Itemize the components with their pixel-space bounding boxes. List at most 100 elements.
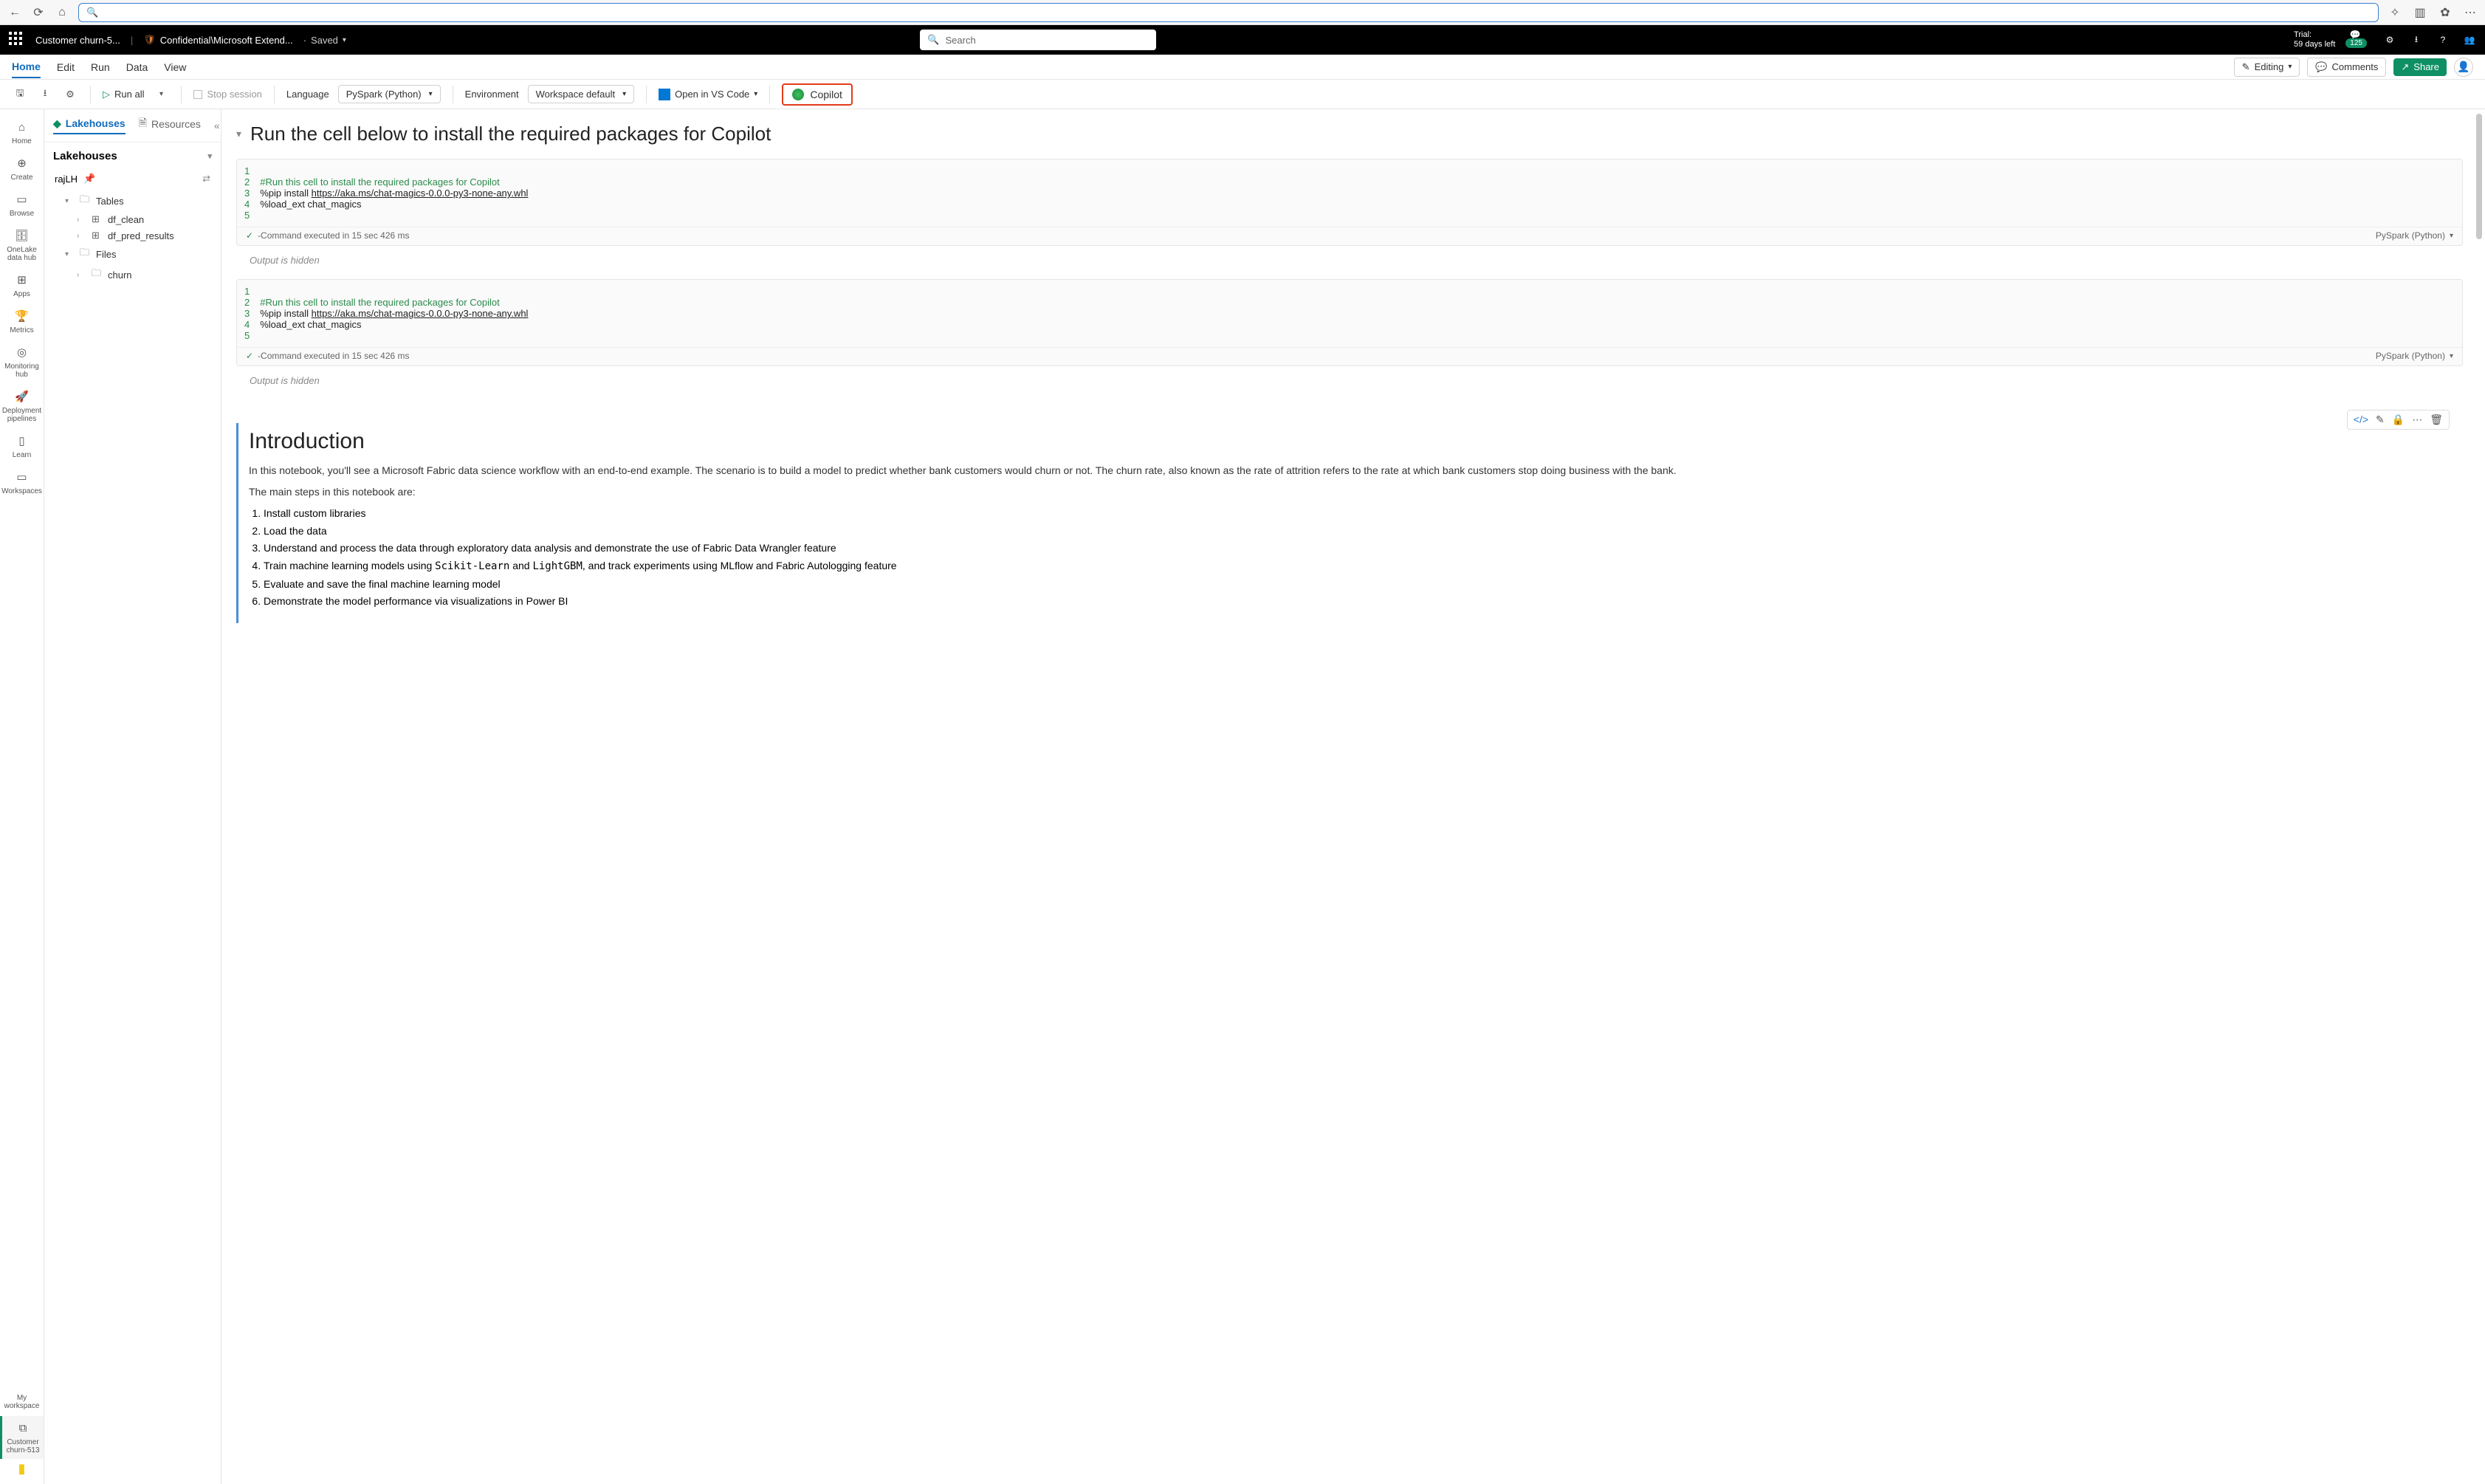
rail-onelake[interactable]: 🗄OneLake data hub <box>0 224 44 267</box>
output-hidden-label[interactable]: Output is hidden <box>236 250 2463 279</box>
rail-deployment[interactable]: 🚀Deployment pipelines <box>0 385 44 427</box>
collapse-panel-icon[interactable]: « <box>214 120 220 131</box>
sidebar-icon[interactable]: ▥ <box>2413 5 2427 20</box>
rail-workspaces[interactable]: ▭Workspaces <box>0 465 44 500</box>
tab-edit[interactable]: Edit <box>57 57 75 78</box>
rail-monitoring[interactable]: ◎Monitoring hub <box>0 340 44 383</box>
explorer-panel: ◆ Lakehouses 🗎 Resources « Lakehouses ▾ … <box>44 109 221 1484</box>
rail-home[interactable]: ⌂Home <box>0 115 44 150</box>
download-icon[interactable]: ⭳ <box>37 86 53 103</box>
people-presence-icon[interactable]: 👤 <box>2454 58 2473 77</box>
tree-file-item[interactable]: › 🗀 churn <box>52 264 221 285</box>
cell-lang-select[interactable]: PySpark (Python)▾ <box>2376 351 2453 361</box>
language-select[interactable]: PySpark (Python) ▾ <box>338 85 441 103</box>
rail-metrics[interactable]: 🏆Metrics <box>0 304 44 339</box>
stop-session-button[interactable]: Stop session <box>193 89 261 100</box>
environment-select[interactable]: Workspace default ▾ <box>528 85 634 103</box>
share-button[interactable]: ↗ Share <box>2393 58 2447 76</box>
file-icon: 🗎 <box>139 115 147 133</box>
rail-current-doc[interactable]: ⧉Customer churn-513 <box>0 1416 44 1459</box>
search-icon: 🔍 <box>86 7 98 18</box>
chevron-right-icon: › <box>77 216 87 224</box>
rail-browse[interactable]: ▭Browse <box>0 188 44 222</box>
code-content[interactable]: #Run this cell to install the required p… <box>260 286 2455 341</box>
scrollbar[interactable] <box>2476 114 2482 239</box>
home-icon[interactable]: ⌂ <box>55 5 69 20</box>
powerbi-icon[interactable]: ▮ <box>14 1460 30 1477</box>
chevron-down-icon[interactable]: ▾ <box>343 36 346 44</box>
chevron-down-icon: ▾ <box>429 90 433 98</box>
code-cell[interactable]: 12345 #Run this cell to install the requ… <box>236 279 2463 366</box>
code-content[interactable]: #Run this cell to install the required p… <box>260 165 2455 221</box>
refresh-icon[interactable]: ⟳ <box>31 5 46 20</box>
tree-table-item[interactable]: › ⊞ df_clean <box>52 211 221 227</box>
divider <box>646 86 647 103</box>
more-icon[interactable]: ⋯ <box>2463 5 2478 20</box>
comments-button[interactable]: 💬 Comments <box>2307 58 2386 77</box>
settings-icon[interactable]: ⚙ <box>2383 33 2396 47</box>
chevron-down-icon[interactable]: ▾ <box>153 86 169 103</box>
delete-icon[interactable]: 🗑 <box>2430 413 2443 426</box>
collections-icon[interactable]: ✿ <box>2438 5 2453 20</box>
shield-icon: 🛡 <box>143 34 156 46</box>
app-launcher-icon[interactable] <box>9 32 25 48</box>
markdown-cell[interactable]: ▾ </> ✎ 🔒 ⋯ 🗑 Introduction In this noteb… <box>236 423 2463 623</box>
saved-label: Saved <box>311 35 338 46</box>
people-icon[interactable]: 👥 <box>2463 33 2476 47</box>
rail-apps[interactable]: ⊞Apps <box>0 268 44 303</box>
check-icon: ✓ <box>246 230 253 241</box>
tree-files[interactable]: ▾ 🗀 Files <box>52 244 221 264</box>
divider <box>181 86 182 103</box>
chevron-down-icon[interactable]: ▾ <box>207 151 212 161</box>
rail-learn[interactable]: ▯Learn <box>0 429 44 464</box>
code-cell[interactable]: 12345 #Run this cell to install the requ… <box>236 159 2463 246</box>
activity-icon: ◎ <box>14 345 30 361</box>
rail-my-workspace[interactable]: My workspace <box>0 1389 44 1415</box>
tab-data[interactable]: Data <box>126 57 148 78</box>
cell-lang-select[interactable]: PySpark (Python)▾ <box>2376 230 2453 241</box>
help-icon[interactable]: ? <box>2436 33 2450 47</box>
lock-icon[interactable]: 🔒 <box>2392 413 2405 426</box>
bullet: · <box>303 35 306 46</box>
search-icon: 🔍 <box>927 34 939 46</box>
chevron-down-icon: ▾ <box>65 250 75 258</box>
open-vscode-button[interactable]: Open in VS Code ▾ <box>659 89 757 100</box>
md-list: Install custom libraries Load the data U… <box>264 506 2453 610</box>
tab-view[interactable]: View <box>164 57 186 78</box>
tree-table-item[interactable]: › ⊞ df_pred_results <box>52 227 221 244</box>
editing-dropdown[interactable]: ✎ Editing ▾ <box>2234 58 2300 77</box>
save-icon[interactable]: 🖫 <box>12 86 28 103</box>
address-bar[interactable]: 🔍 <box>78 3 2379 22</box>
apps-icon: ⊞ <box>14 272 30 289</box>
run-all-button[interactable]: ▷ Run all <box>103 89 144 100</box>
confidential-label[interactable]: Confidential\Microsoft Extend... <box>160 35 293 46</box>
doc-title[interactable]: Customer churn-5... <box>35 35 120 46</box>
search-input[interactable]: 🔍 Search <box>920 30 1156 50</box>
extension-icon[interactable]: ✧ <box>2388 5 2402 20</box>
copilot-button[interactable]: Copilot <box>782 83 853 106</box>
edit-icon[interactable]: ✎ <box>2376 413 2385 426</box>
notebook-area[interactable]: ▾ Run the cell below to install the requ… <box>221 109 2485 1484</box>
more-icon[interactable]: ⋯ <box>2412 413 2422 426</box>
output-hidden-label[interactable]: Output is hidden <box>236 371 2463 399</box>
pin-icon[interactable]: 📌 <box>83 173 95 185</box>
section-title: Run the cell below to install the requir… <box>250 123 771 145</box>
download-icon[interactable]: ⭳ <box>2410 33 2423 47</box>
cell-status-text: -Command executed in 15 sec 426 ms <box>258 230 409 241</box>
lakehouse-icon: ◆ <box>53 117 61 130</box>
table-icon: ⊞ <box>92 230 103 241</box>
back-icon[interactable]: ← <box>7 5 22 20</box>
tab-home[interactable]: Home <box>12 56 41 78</box>
code-icon[interactable]: </> <box>2354 413 2368 426</box>
list-item: Train machine learning models using Scik… <box>264 558 2453 575</box>
rail-create[interactable]: ⊕Create <box>0 151 44 186</box>
tab-run[interactable]: Run <box>91 57 110 78</box>
collapse-section-icon[interactable]: ▾ <box>236 128 241 140</box>
lakehouse-name[interactable]: rajLH <box>55 174 78 185</box>
tree-tables[interactable]: ▾ 🗀 Tables <box>52 190 221 211</box>
gear-icon[interactable]: ⚙ <box>62 86 78 103</box>
list-item: Understand and process the data through … <box>264 540 2453 557</box>
explorer-tab-lakehouses[interactable]: ◆ Lakehouses <box>53 117 126 134</box>
explorer-tab-resources[interactable]: 🗎 Resources <box>139 115 201 136</box>
swap-icon[interactable]: ⇄ <box>202 173 210 185</box>
